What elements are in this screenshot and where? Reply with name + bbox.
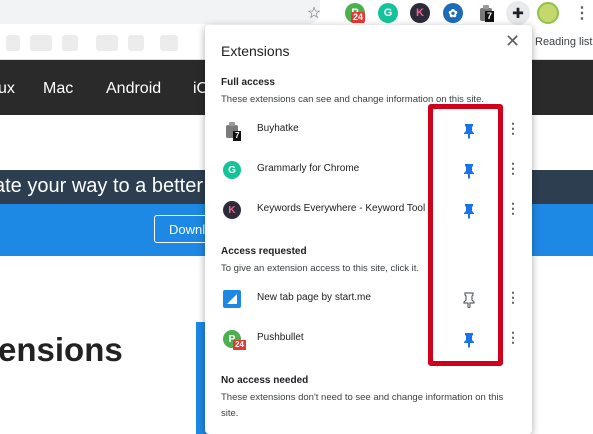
more-options-icon[interactable]: ⋮	[506, 120, 520, 137]
popup-title: Extensions	[221, 43, 290, 59]
close-icon[interactable]: ✕	[505, 31, 520, 52]
more-options-icon[interactable]: ⋮	[506, 160, 520, 177]
buyhatke-badge: 7	[485, 11, 495, 22]
pushbullet-badge: 24	[351, 12, 366, 23]
buyhatke-row-badge: 7	[233, 131, 242, 141]
grammarly-icon: G	[223, 161, 241, 179]
more-options-icon[interactable]: ⋮	[506, 200, 520, 217]
bookmark-item[interactable]	[30, 35, 52, 51]
bookmark-star-icon[interactable]: ☆	[304, 3, 324, 23]
extension-name: Grammarly for Chrome	[257, 163, 360, 174]
nav-link-mac[interactable]: Mac	[43, 80, 73, 98]
address-bar[interactable]	[0, 0, 320, 24]
grammarly-extension-icon[interactable]: G	[378, 3, 398, 23]
browser-menu-icon[interactable]: ⋮	[572, 3, 592, 23]
nav-link-linux[interactable]: ux	[0, 80, 15, 98]
extensions-puzzle-icon[interactable]: ✚	[506, 1, 530, 25]
pushbullet-row-badge: 24	[233, 340, 246, 350]
section-heading-access-requested: Access requested	[221, 246, 307, 257]
section-desc-no-access: These extensions don't need to see and c…	[221, 392, 504, 419]
reading-list-button[interactable]: Reading list	[535, 36, 592, 48]
extension-name: Buyhatke	[257, 123, 299, 134]
extension-name: Pushbullet	[257, 332, 304, 343]
more-options-icon[interactable]: ⋮	[506, 289, 520, 306]
hero-text: ate your way to a better	[0, 175, 204, 197]
start-me-icon	[223, 290, 241, 308]
bookmark-item[interactable]	[62, 35, 78, 51]
bookmark-item[interactable]	[6, 35, 20, 51]
keywords-everywhere-icon: K	[223, 201, 241, 219]
fish-extension-icon[interactable]: ✿	[443, 3, 463, 23]
extension-name: New tab page by start.me	[257, 292, 371, 303]
section-heading-no-access: No access needed	[221, 375, 309, 386]
nav-link-android[interactable]: Android	[106, 80, 161, 98]
bookmark-item[interactable]	[160, 35, 178, 51]
browser-toolbar: ☆ P 24 G K ✿ 7 ✚ ⋮	[0, 0, 593, 26]
bookmark-item[interactable]	[96, 35, 118, 51]
pin-column-highlight-box	[428, 104, 503, 366]
profile-avatar[interactable]	[537, 2, 559, 24]
more-options-icon[interactable]: ⋮	[506, 329, 520, 346]
bookmark-item[interactable]	[128, 35, 144, 51]
section-heading-full-access: Full access	[221, 77, 275, 88]
article-headline: ensions	[0, 331, 123, 368]
extension-name: Keywords Everywhere - Keyword Tool	[257, 203, 426, 214]
keywords-extension-icon[interactable]: K	[410, 3, 430, 23]
